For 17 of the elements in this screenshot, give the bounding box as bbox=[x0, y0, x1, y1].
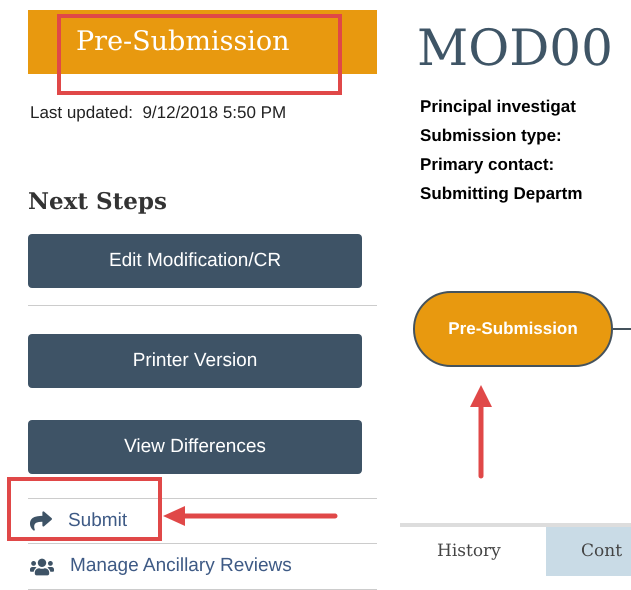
share-arrow-icon bbox=[30, 510, 52, 532]
status-banner: Pre-Submission bbox=[28, 10, 377, 74]
action-link[interactable]: Submit bbox=[68, 506, 128, 536]
action-button[interactable]: Printer Version bbox=[28, 334, 362, 388]
action-button[interactable]: View Differences bbox=[28, 420, 362, 474]
workflow-node: Pre-Submission bbox=[413, 291, 613, 367]
people-icon bbox=[30, 556, 54, 578]
field-label: Primary contact: bbox=[420, 154, 556, 176]
tab[interactable]: Cont bbox=[546, 527, 631, 576]
action-link[interactable]: Manage Ancillary Reviews bbox=[70, 552, 292, 581]
field-label: Principal investigat bbox=[420, 96, 577, 118]
field-label: Submission type: bbox=[420, 125, 563, 147]
field-label: Submitting Departm bbox=[420, 183, 584, 205]
action-button[interactable]: Edit Modification/CR bbox=[28, 234, 362, 288]
last-updated-text: Last updated: 9/12/2018 5:50 PM bbox=[29, 102, 288, 124]
record-title: MOD00 bbox=[417, 18, 614, 78]
section-heading: Next Steps bbox=[28, 187, 168, 218]
